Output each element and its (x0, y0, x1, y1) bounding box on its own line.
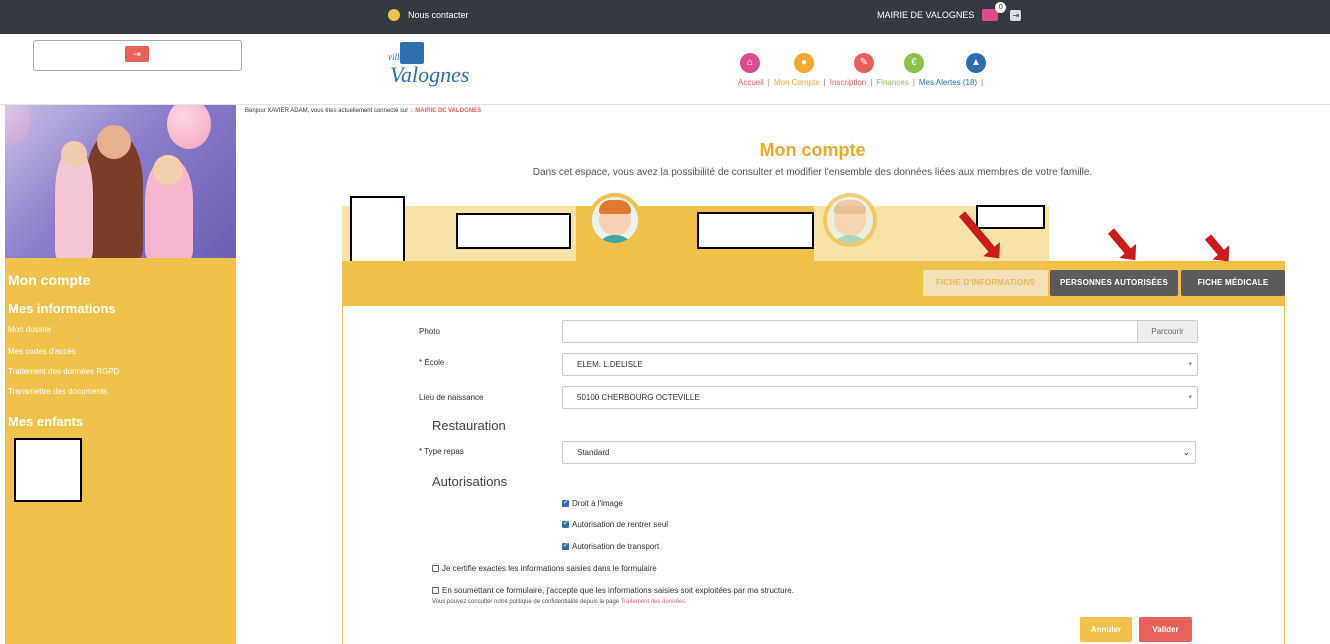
sidebar-item-mon-dossier[interactable]: Mon dossier (8, 325, 52, 334)
submit-button[interactable]: Valider (1139, 617, 1192, 642)
nav-accueil[interactable]: Accueil (738, 78, 764, 87)
chat-icon (388, 9, 400, 21)
checkbox-droit-image[interactable]: Droit à l'image (562, 498, 623, 508)
pencil-icon[interactable]: ✎ (854, 53, 874, 73)
logo-small-text: ville de (388, 52, 415, 62)
account-area: MAIRIE DE VALOGNES 0 ⇥ (877, 2, 1022, 21)
page-subtitle: Dans cet espace, vous avez la possibilit… (532, 167, 1093, 178)
logout-button[interactable]: ⇥ (125, 46, 149, 62)
contact-link[interactable]: Nous contacter (388, 9, 469, 21)
user-icon[interactable]: ● (794, 53, 814, 73)
nav-alertes[interactable]: Mes Alertes (18) (919, 78, 977, 87)
envelope-icon[interactable]: 0 (982, 2, 1007, 21)
page-title: Mon compte (759, 140, 866, 160)
chevron-down-icon: ▾ (1188, 394, 1192, 401)
photo-label: Photo (419, 327, 440, 336)
annotation-arrow (1107, 228, 1133, 256)
family-photo (5, 105, 236, 258)
checkbox-unchecked-icon (432, 565, 439, 572)
sidebar-item-codes-acces[interactable]: Mes codes d'accès (8, 347, 76, 356)
home-icon[interactable]: ⌂ (740, 53, 760, 73)
tab-personnes-autorisees[interactable]: PERSONNES AUTORISÉES (1050, 270, 1178, 296)
logo-word: Valognes (390, 62, 470, 87)
top-bar: Nous contacter MAIRIE DE VALOGNES 0 ⇥ (0, 0, 1330, 34)
nav-icons: ⌂ ● ✎ € ▲ (738, 53, 1038, 73)
nav-inscription[interactable]: Inscription (830, 78, 866, 87)
breadcrumb-text: Bonjour XAVIER ADAM, vous êtes actuellem… (245, 108, 409, 114)
chevron-down-icon: ⌄ (1182, 447, 1190, 457)
ecole-value: ELEM. L.DELISLE (577, 360, 643, 369)
naissance-label: Lieu de naissance (419, 393, 484, 402)
repas-value: Standard (577, 448, 610, 457)
checkbox-checked-icon (562, 519, 569, 528)
checkbox-rentrer-seul[interactable]: Autorisation de rentrer seul (562, 519, 669, 529)
sidebar-item-rgpd[interactable]: Traitement des données RGPD (8, 367, 119, 376)
tab-fiche-informations[interactable]: FICHE D'INFORMATIONS (923, 270, 1048, 296)
checkbox-unchecked-icon (432, 587, 439, 594)
member-tabs (342, 206, 1049, 261)
nav-mon-compte[interactable]: Mon Compte (774, 78, 820, 87)
sidebar-title: Mon compte (8, 272, 91, 288)
mairie-label: MAIRIE DE VALOGNES (877, 10, 975, 20)
autorisations-heading: Autorisations (432, 474, 508, 489)
sidebar-section-informations: Mes informations (8, 301, 116, 316)
checkbox-transport[interactable]: Autorisation de transport (562, 541, 660, 551)
main-nav: Accueil | Mon Compte | Inscription | Finances |… (738, 78, 984, 87)
naissance-value: 50100 CHERBOURG OCTEVILLE (577, 393, 700, 402)
naissance-select[interactable]: 50100 CHERBOURG OCTEVILLE ▾ (562, 386, 1198, 409)
chevron-down-icon: ▾ (1188, 361, 1192, 368)
photo-file-input[interactable]: Parcourir (562, 320, 1198, 343)
checkbox-checked-icon (562, 541, 569, 550)
repas-label: * Type repas (419, 447, 464, 456)
ecole-label: * École (419, 358, 445, 367)
nav-finances[interactable]: Finances (876, 78, 908, 87)
checkbox-consent[interactable]: En soumettant ce formulaire, j'accepte q… (432, 586, 794, 595)
checkbox-checked-icon (562, 498, 569, 507)
tab-fiche-medicale[interactable]: FICHE MÉDICALE (1181, 270, 1285, 296)
breadcrumb: Bonjour XAVIER ADAM, vous êtes actuellem… (245, 108, 481, 114)
site-logo[interactable]: ville de Valognes (384, 42, 484, 97)
cancel-button[interactable]: Annuler (1080, 617, 1132, 642)
euro-icon[interactable]: € (904, 53, 924, 73)
breadcrumb-link-label: MAIRIE DE VALOGNES (415, 108, 482, 114)
browse-button[interactable]: Parcourir (1137, 321, 1197, 342)
breadcrumb-link[interactable]: ⌂ MAIRIE DE VALOGNES (410, 108, 481, 114)
certify-label: Je certifie exactes les informations sai… (442, 564, 657, 573)
member-name-redacted[interactable] (976, 205, 1045, 229)
member-name-redacted[interactable] (456, 213, 571, 249)
checkbox-label: Autorisation de transport (572, 542, 660, 551)
sidebar-item-documents[interactable]: Transmettre des documents (8, 387, 107, 396)
checkbox-certify[interactable]: Je certifie exactes les informations sai… (432, 564, 657, 573)
policy-text: Vous pouvez consulter notre politique de… (432, 599, 620, 605)
logout-icon[interactable]: ⇥ (1010, 9, 1022, 21)
contact-label: Nous contacter (408, 10, 469, 20)
ecole-select[interactable]: ELEM. L.DELISLE ▾ (562, 353, 1198, 376)
policy-note: Vous pouvez consulter notre politique de… (432, 599, 685, 605)
child-avatar[interactable] (823, 193, 877, 247)
checkbox-label: Droit à l'image (572, 499, 623, 508)
restauration-heading: Restauration (432, 418, 506, 433)
member-name-redacted[interactable] (697, 212, 814, 249)
sidebar: Mon compte Mes informations Mon dossier … (5, 105, 236, 644)
repas-select[interactable]: Standard ⌄ (562, 441, 1196, 464)
checkbox-label: Autorisation de rentrer seul (572, 520, 669, 529)
message-count-badge: 0 (995, 2, 1007, 13)
alert-icon[interactable]: ▲ (966, 53, 986, 73)
sidebar-section-enfants: Mes enfants (8, 414, 84, 429)
header-box: ⇥ (33, 40, 242, 71)
child-avatar[interactable] (588, 193, 642, 247)
annotation-arrow (1204, 234, 1226, 257)
consent-label: En soumettant ce formulaire, j'accepte q… (442, 586, 794, 595)
policy-link[interactable]: Traitement des données (621, 599, 685, 605)
member-name-redacted[interactable] (350, 196, 405, 268)
child-thumbnail-redacted[interactable] (14, 438, 82, 502)
